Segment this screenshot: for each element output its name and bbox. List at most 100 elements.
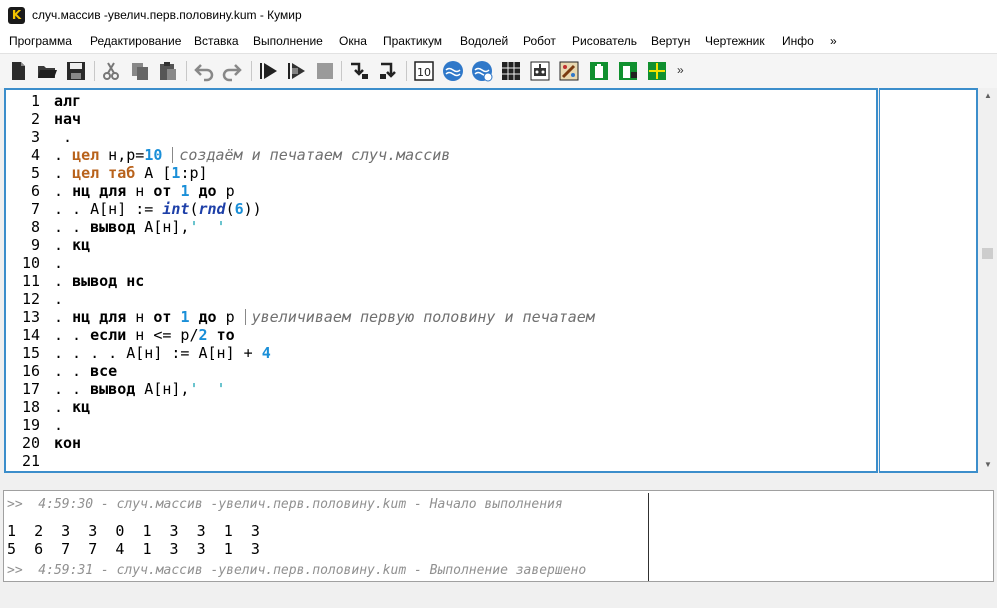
code-text: . . . . А[н] := А[н] + 4: [54, 344, 271, 362]
pane-splitter[interactable]: [0, 474, 997, 490]
line-number: 12: [21, 290, 40, 308]
title-bar: K случ.массив -увелич.перв.половину.kum …: [0, 0, 997, 31]
water-icon[interactable]: [442, 60, 464, 82]
menu-robot[interactable]: Робот: [523, 34, 556, 48]
grid-icon[interactable]: [500, 60, 522, 82]
status-bar: [0, 583, 997, 608]
draftsman-icon[interactable]: [646, 60, 668, 82]
step-into-icon[interactable]: [348, 60, 370, 82]
toolbar-separator: [406, 61, 407, 81]
output-console: >> 4:59:30 - случ.массив -увелич.перв.по…: [3, 490, 994, 582]
code-text: . цел таб А [1:р]: [54, 164, 208, 182]
open-folder-icon[interactable]: [36, 60, 58, 82]
editor-scrollbar[interactable]: ▲ ▼: [979, 88, 997, 473]
menu-program[interactable]: Программа: [9, 34, 72, 48]
code-line: 7 . . А[н] := int(rnd(6)): [6, 200, 876, 218]
step-out-icon[interactable]: [377, 60, 399, 82]
menu-info[interactable]: Инфо: [782, 34, 814, 48]
scroll-thumb[interactable]: [982, 248, 993, 259]
run-icon[interactable]: [257, 60, 279, 82]
code-line: 11 . вывод нс: [6, 272, 876, 290]
line-number: 11: [21, 272, 40, 290]
code-line: 5 . цел таб А [1:р]: [6, 164, 876, 182]
turtle-icon[interactable]: [588, 60, 610, 82]
menu-insert[interactable]: Вставка: [194, 34, 239, 48]
code-line: 4 . цел н,р=10 создаём и печатаем случ.мас…: [6, 146, 876, 164]
line-number: 9: [30, 236, 40, 254]
code-text: . . вывод А[н],' ': [54, 380, 226, 398]
kumir-app-icon[interactable]: K: [8, 7, 25, 24]
cut-icon[interactable]: [100, 60, 122, 82]
line-number: 7: [30, 200, 40, 218]
code-text: . кц: [54, 398, 91, 416]
console-output-row-1: 1 2 3 3 0 1 3 3 1 3: [7, 522, 260, 540]
line-number: 15: [21, 344, 40, 362]
code-text: . . вывод А[н],' ': [54, 218, 226, 236]
line-number: 14: [21, 326, 40, 344]
toolbar-separator: [251, 61, 252, 81]
turtle-flag-icon[interactable]: [617, 60, 639, 82]
menu-edit[interactable]: Редактирование: [90, 34, 181, 48]
toolbar: 10 »: [0, 54, 997, 88]
toolbar-separator: [186, 61, 187, 81]
code-line: 2 нач: [6, 110, 876, 128]
code-line: 18 . кц: [6, 398, 876, 416]
line-number: 4: [30, 146, 40, 164]
menu-windows[interactable]: Окна: [339, 34, 367, 48]
side-margin-pane: [879, 88, 978, 473]
code-line: 15 . . . . А[н] := А[н] + 4: [6, 344, 876, 362]
line-number: 19: [21, 416, 40, 434]
code-line: 21: [6, 452, 876, 470]
menu-more[interactable]: »: [830, 34, 837, 48]
scroll-down-icon[interactable]: ▼: [984, 460, 992, 469]
undo-icon[interactable]: [193, 60, 215, 82]
scroll-up-icon[interactable]: ▲: [984, 91, 992, 100]
line-number: 2: [30, 110, 40, 128]
console-output-row-2: 5 6 7 7 4 1 3 3 1 3: [7, 540, 260, 558]
code-line: 17 . . вывод А[н],' ': [6, 380, 876, 398]
console-divider: [648, 493, 649, 581]
code-text: алг: [54, 92, 82, 110]
new-file-icon[interactable]: [7, 60, 29, 82]
stop-icon[interactable]: [314, 60, 336, 82]
code-text: нач: [54, 110, 82, 128]
redo-icon[interactable]: [221, 60, 243, 82]
menu-practicum[interactable]: Практикум: [383, 34, 442, 48]
numbers-icon[interactable]: 10: [413, 60, 435, 82]
copy-icon[interactable]: [129, 60, 151, 82]
code-text: .: [54, 128, 73, 146]
code-line: 13 . нц для н от 1 до р увеличиваем первую…: [6, 308, 876, 326]
toolbar-separator: [94, 61, 95, 81]
code-line: 8 . . вывод А[н],' ': [6, 218, 876, 236]
svg-text:10: 10: [417, 66, 431, 79]
line-number: 16: [21, 362, 40, 380]
code-text: . . все: [54, 362, 118, 380]
line-number: 8: [30, 218, 40, 236]
toolbar-more[interactable]: »: [677, 63, 684, 77]
line-number: 6: [30, 182, 40, 200]
code-line: 16 . . все: [6, 362, 876, 380]
line-number: 3: [30, 128, 40, 146]
paste-icon[interactable]: [157, 60, 179, 82]
robot-icon[interactable]: [529, 60, 551, 82]
code-line: 20 кон: [6, 434, 876, 452]
code-comment: увеличиваем первую половину и печатаем: [251, 308, 595, 326]
water-check-icon[interactable]: [471, 60, 493, 82]
code-text: . нц для н от 1 до р: [54, 182, 235, 200]
code-line: 9 . кц: [6, 236, 876, 254]
code-editor[interactable]: 1 алг 2 нач 3 . 4 . цел н,р=10 создаём и печ…: [4, 88, 878, 473]
code-text: . цел н,р=10 создаём и печатаем случ.масс…: [54, 146, 451, 164]
save-icon[interactable]: [65, 60, 87, 82]
menu-vertun[interactable]: Вертун: [651, 34, 690, 48]
toolbar-separator: [341, 61, 342, 81]
menu-vodoley[interactable]: Водолей: [460, 34, 508, 48]
code-line: 1 алг: [6, 92, 876, 110]
code-text: .: [54, 290, 64, 308]
line-number: 21: [21, 452, 40, 470]
menu-painter[interactable]: Рисователь: [572, 34, 637, 48]
run-step-icon[interactable]: [285, 60, 307, 82]
painter-icon[interactable]: [558, 60, 580, 82]
menu-draftsman[interactable]: Чертежник: [705, 34, 765, 48]
code-text: . кц: [54, 236, 91, 254]
menu-run[interactable]: Выполнение: [253, 34, 323, 48]
